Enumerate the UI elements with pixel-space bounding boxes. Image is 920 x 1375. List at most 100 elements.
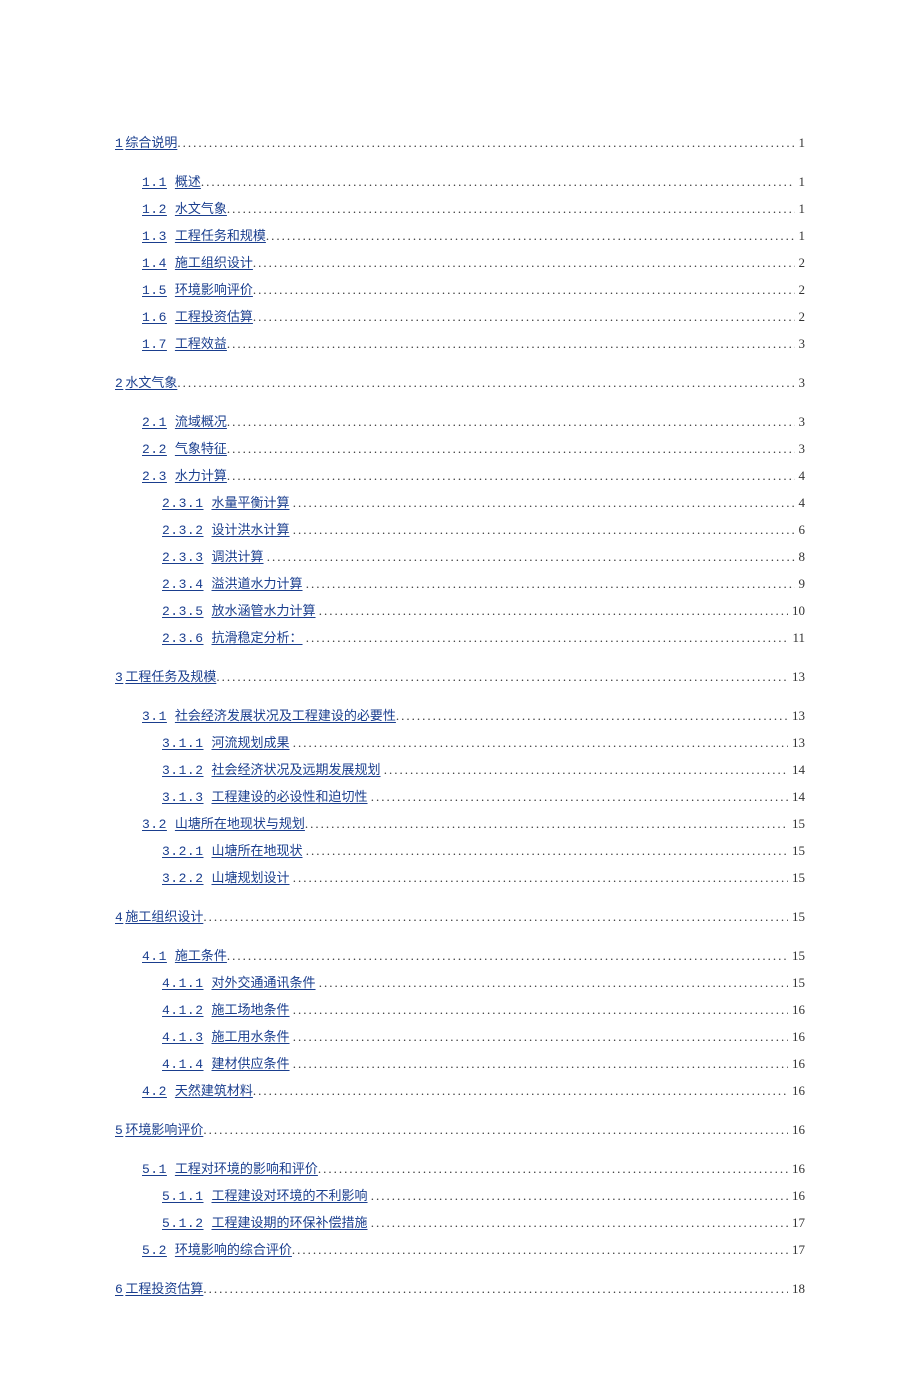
toc-leader-dots — [253, 1083, 805, 1098]
toc-entry-number[interactable]: 4 — [115, 910, 123, 925]
toc-entry-title[interactable]: 溢洪道水力计算 — [212, 576, 303, 591]
toc-entry-title[interactable]: 社会经济发展状况及工程建设的必要性 — [175, 708, 396, 723]
toc-entry-number[interactable]: 1.7 — [142, 337, 167, 352]
toc-leader-dots — [371, 1215, 805, 1230]
toc-entry-number[interactable]: 2.3.6 — [162, 631, 204, 646]
toc-entry-number[interactable]: 5.1.2 — [162, 1216, 204, 1231]
toc-entry-number[interactable]: 4.2 — [142, 1084, 167, 1099]
toc-page-number: 15 — [788, 811, 805, 837]
toc-entry-title[interactable]: 水文气象 — [175, 201, 227, 216]
toc-leader-dots — [371, 789, 805, 804]
toc-leader-dots — [396, 708, 805, 723]
toc-entry-number[interactable]: 1.1 — [142, 175, 167, 190]
toc-entry-number[interactable]: 2.3.3 — [162, 550, 204, 565]
toc-entry: 2.3.6抗滑稳定分析： 11 — [162, 625, 805, 652]
toc-leader-dots — [253, 309, 805, 324]
toc-entry-number[interactable]: 4.1.3 — [162, 1030, 204, 1045]
toc-page-number: 14 — [788, 757, 805, 783]
toc-leader-dots — [227, 201, 805, 216]
toc-entry-title[interactable]: 综合说明 — [125, 135, 177, 150]
toc-entry-title[interactable]: 施工组织设计 — [175, 255, 253, 270]
toc-entry-number[interactable]: 4.1 — [142, 949, 167, 964]
toc-leader-dots — [227, 468, 805, 483]
toc-entry-title[interactable]: 工程效益 — [175, 336, 227, 351]
toc-entry-number[interactable]: 5.1.1 — [162, 1189, 204, 1204]
toc-entry-title[interactable]: 河流规划成果 — [212, 735, 290, 750]
toc-entry-title[interactable]: 工程投资估算 — [175, 309, 253, 324]
toc-page-number: 16 — [788, 1117, 805, 1143]
toc-entry-title[interactable]: 施工场地条件 — [212, 1002, 290, 1017]
toc-entry-title[interactable]: 调洪计算 — [212, 549, 264, 564]
toc-entry-number[interactable]: 5 — [115, 1123, 123, 1138]
toc-entry-number[interactable]: 2.3.5 — [162, 604, 204, 619]
toc-entry-title[interactable]: 水文气象 — [125, 375, 177, 390]
toc-entry-title[interactable]: 施工条件 — [175, 948, 227, 963]
toc-entry-number[interactable]: 3 — [115, 670, 123, 685]
toc-entry-title[interactable]: 工程任务和规模 — [175, 228, 266, 243]
toc-entry-number[interactable]: 3.1.2 — [162, 763, 204, 778]
toc-entry-number[interactable]: 1.2 — [142, 202, 167, 217]
toc-entry-title[interactable]: 水力计算 — [175, 468, 227, 483]
toc-entry-title[interactable]: 对外交通通讯条件 — [212, 975, 316, 990]
toc-entry-number[interactable]: 4.1.4 — [162, 1057, 204, 1072]
toc-entry-title[interactable]: 山塘规划设计 — [212, 870, 290, 885]
toc-entry-number[interactable]: 2.3 — [142, 469, 167, 484]
toc-entry-number[interactable]: 3.1.3 — [162, 790, 204, 805]
toc-entry-title[interactable]: 施工用水条件 — [212, 1029, 290, 1044]
toc-entry-number[interactable]: 4.1.1 — [162, 976, 204, 991]
toc-leader-dots — [177, 135, 805, 150]
toc-entry-number[interactable]: 3.2.2 — [162, 871, 204, 886]
toc-entry-title[interactable]: 环境影响评价 — [125, 1122, 203, 1137]
toc-entry-number[interactable]: 1.3 — [142, 229, 167, 244]
toc-leader-dots — [201, 174, 805, 189]
toc-entry-title[interactable]: 山塘所在地现状与规划 — [175, 816, 305, 831]
toc-page-number: 16 — [788, 1024, 805, 1050]
toc-entry-title[interactable]: 概述 — [175, 174, 201, 189]
toc-entry-number[interactable]: 5.2 — [142, 1243, 167, 1258]
toc-entry-title[interactable]: 抗滑稳定分析： — [212, 630, 303, 645]
toc-entry-title[interactable]: 山塘所在地现状 — [212, 843, 303, 858]
toc-entry-title[interactable]: 工程投资估算 — [125, 1281, 203, 1296]
toc-entry-number[interactable]: 3.2 — [142, 817, 167, 832]
toc-entry-number[interactable]: 6 — [115, 1282, 123, 1297]
toc-entry-title[interactable]: 水量平衡计算 — [212, 495, 290, 510]
toc-leader-dots — [292, 1242, 805, 1257]
toc-entry-title[interactable]: 环境影响评价 — [175, 282, 253, 297]
toc-leader-dots — [384, 762, 805, 777]
toc-entry-title[interactable]: 流域概况 — [175, 414, 227, 429]
toc-entry-number[interactable]: 2 — [115, 376, 123, 391]
toc-leader-dots — [306, 843, 805, 858]
toc-entry: 2.3水力计算4 — [142, 463, 805, 490]
toc-entry-number[interactable]: 1 — [115, 136, 123, 151]
toc-entry-title[interactable]: 工程建设的必设性和迫切性 — [212, 789, 368, 804]
toc-entry-title[interactable]: 工程任务及规模 — [125, 669, 216, 684]
toc-entry-number[interactable]: 2.3.4 — [162, 577, 204, 592]
toc-entry-number[interactable]: 5.1 — [142, 1162, 167, 1177]
toc-entry-title[interactable]: 气象特征 — [175, 441, 227, 456]
toc-entry-number[interactable]: 1.6 — [142, 310, 167, 325]
toc-leader-dots — [203, 1122, 805, 1137]
toc-entry-title[interactable]: 建材供应条件 — [212, 1056, 290, 1071]
toc-entry-title[interactable]: 设计洪水计算 — [212, 522, 290, 537]
toc-entry-title[interactable]: 施工组织设计 — [125, 909, 203, 924]
toc-entry-title[interactable]: 社会经济状况及远期发展规划 — [212, 762, 381, 777]
toc-entry-number[interactable]: 2.3.1 — [162, 496, 204, 511]
toc-entry-number[interactable]: 1.4 — [142, 256, 167, 271]
toc-entry: 5.1.1工程建设对环境的不利影响 16 — [162, 1183, 805, 1210]
toc-entry-title[interactable]: 工程建设对环境的不利影响 — [212, 1188, 368, 1203]
toc-entry-number[interactable]: 2.2 — [142, 442, 167, 457]
toc-page-number: 14 — [788, 784, 805, 810]
toc-entry-title[interactable]: 环境影响的综合评价 — [175, 1242, 292, 1257]
toc-entry-number[interactable]: 1.5 — [142, 283, 167, 298]
toc-page-number: 16 — [788, 1078, 805, 1104]
toc-entry-number[interactable]: 3.1.1 — [162, 736, 204, 751]
toc-entry-title[interactable]: 工程对环境的影响和评价 — [175, 1161, 318, 1176]
toc-entry-number[interactable]: 2.3.2 — [162, 523, 204, 538]
toc-entry-title[interactable]: 工程建设期的环保补偿措施 — [212, 1215, 368, 1230]
toc-entry-number[interactable]: 3.1 — [142, 709, 167, 724]
toc-entry-title[interactable]: 天然建筑材料 — [175, 1083, 253, 1098]
toc-entry-number[interactable]: 2.1 — [142, 415, 167, 430]
toc-entry-title[interactable]: 放水涵管水力计算 — [212, 603, 316, 618]
toc-entry-number[interactable]: 4.1.2 — [162, 1003, 204, 1018]
toc-entry-number[interactable]: 3.2.1 — [162, 844, 204, 859]
